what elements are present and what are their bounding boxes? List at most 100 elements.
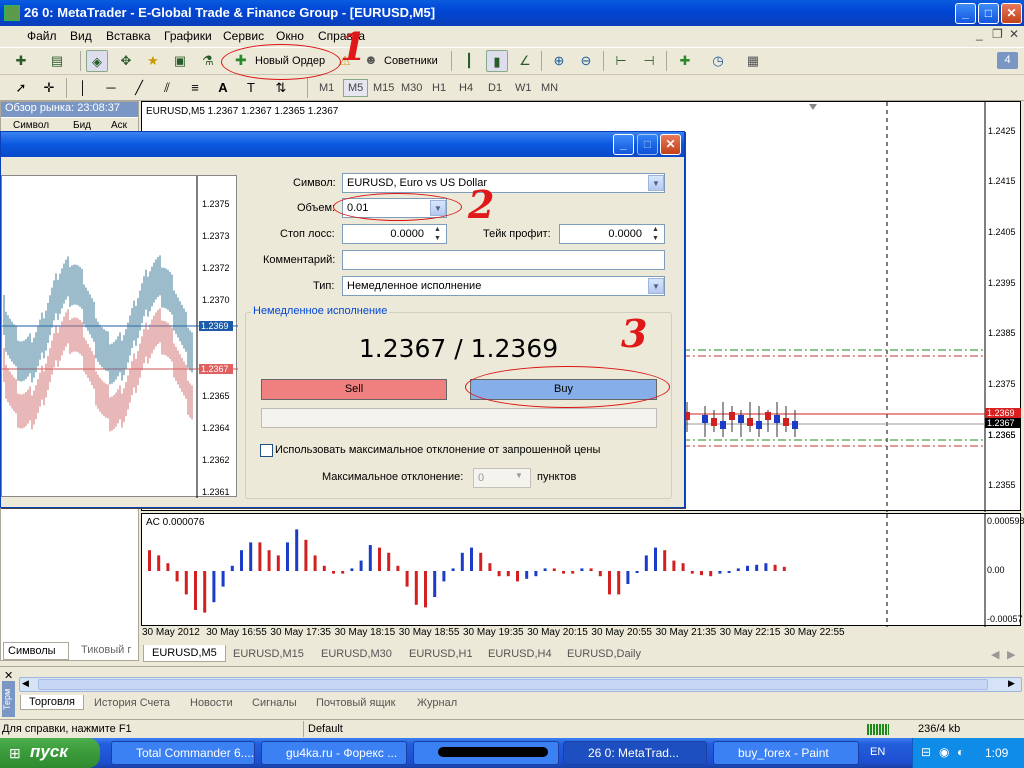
chart-tab-m30[interactable]: EURUSD,M30 [321, 648, 392, 660]
ac-bar [414, 571, 418, 605]
text-label-icon[interactable]: T [240, 77, 262, 99]
menu-insert[interactable]: Вставка [106, 29, 151, 43]
task-total-commander[interactable]: Total Commander 6.... [111, 741, 255, 765]
dialog-close-button[interactable]: ✕ [660, 134, 681, 155]
tab-trade[interactable]: Торговля [20, 695, 84, 710]
network-icon[interactable]: ⊟ [921, 745, 931, 759]
scrollbar-thumb[interactable] [38, 679, 988, 690]
tab-journal[interactable]: Журнал [417, 697, 457, 709]
market-watch-icon[interactable]: ◈ [86, 50, 108, 72]
dialog-titlebar[interactable]: _ □ ✕ [1, 132, 684, 157]
navigator-icon[interactable]: ✥ [115, 50, 137, 72]
col-ask[interactable]: Аск [111, 120, 127, 131]
scroll-right-icon[interactable]: ▶ [1008, 678, 1015, 689]
mdi-restore-icon[interactable]: ❐ [992, 27, 1003, 41]
channel-icon[interactable]: ⫽ [156, 77, 178, 99]
trendline-icon[interactable]: ╱ [128, 77, 150, 99]
tab-symbols[interactable]: Символы [3, 642, 69, 660]
tab-tick-chart[interactable]: Тиковый г [77, 642, 137, 659]
tab-scroll-left-icon[interactable]: ◀ [991, 648, 999, 661]
close-button[interactable]: ✕ [1001, 3, 1022, 24]
tf-d1[interactable]: D1 [488, 82, 502, 94]
mdi-minimize-icon[interactable]: _ [976, 27, 983, 41]
text-icon[interactable]: A [212, 77, 234, 99]
task-metatrader[interactable]: 26 0: MetaTrad... [563, 741, 707, 765]
autoscroll-icon[interactable]: ⊣ [638, 50, 660, 72]
arrows-icon[interactable]: ⇅ [270, 77, 292, 99]
sell-button[interactable]: Sell [261, 379, 447, 400]
menu-window[interactable]: Окно [276, 29, 304, 43]
tf-m5[interactable]: M5 [343, 79, 369, 97]
tf-m15[interactable]: M15 [373, 82, 394, 94]
bar-chart-icon[interactable]: ┃ [458, 50, 480, 72]
line-chart-icon[interactable]: ∠ [514, 50, 536, 72]
tab-mailbox[interactable]: Почтовый ящик [316, 697, 395, 709]
task-browser-hidden[interactable] [413, 741, 559, 765]
profiles-icon[interactable]: ▤ [46, 50, 68, 72]
new-chart-icon[interactable]: ✚ [10, 50, 32, 72]
experts-button[interactable]: ☻ Советники [362, 52, 442, 72]
time-label: 30 May 18:15 [334, 627, 396, 638]
minimize-button[interactable]: _ [955, 3, 976, 24]
tab-account-history[interactable]: История Счета [94, 697, 170, 709]
stop-loss-stepper[interactable]: ▲ ▼ [430, 225, 445, 243]
indicators-icon[interactable]: ✚ [674, 50, 696, 72]
maximize-button[interactable]: □ [978, 3, 999, 24]
zoom-in-icon[interactable]: ⊕ [548, 50, 570, 72]
menu-tools[interactable]: Сервис [223, 29, 264, 43]
symbol-select[interactable]: EURUSD, Euro vs US Dollar [342, 173, 665, 193]
menu-charts[interactable]: Графики [164, 29, 212, 43]
tf-m30[interactable]: M30 [401, 82, 422, 94]
fibonacci-icon[interactable]: ≡ [184, 77, 206, 99]
terminal-icon[interactable]: ▣ [169, 50, 191, 72]
tab-scroll-right-icon[interactable]: ▶ [1007, 648, 1015, 661]
menu-view[interactable]: Вид [70, 29, 92, 43]
candlestick-icon[interactable]: ▮ [486, 50, 508, 72]
chart-shift-icon[interactable]: ⊢ [610, 50, 632, 72]
tf-mn[interactable]: MN [541, 82, 558, 94]
tab-news[interactable]: Новости [190, 697, 233, 709]
task-paint[interactable]: buy_forex - Paint [713, 741, 859, 765]
window-titlebar[interactable]: 26 0: MetaTrader - E-Global Trade & Fina… [0, 0, 1024, 26]
tray-app-icon[interactable]: ◉ [939, 745, 949, 759]
notification-badge[interactable]: 4 [997, 52, 1018, 69]
mdi-close-icon[interactable]: ✕ [1009, 27, 1019, 41]
cursor-icon[interactable]: ➚ [10, 77, 32, 99]
chart-tab-h4[interactable]: EURUSD,H4 [488, 648, 552, 660]
tf-w1[interactable]: W1 [515, 82, 532, 94]
tab-signals[interactable]: Сигналы [252, 697, 297, 709]
periods-icon[interactable]: ◷ [707, 50, 729, 72]
menu-file[interactable]: Файл [27, 29, 57, 43]
volume-icon[interactable]: ◐ [957, 745, 964, 759]
tf-h4[interactable]: H4 [459, 82, 473, 94]
terminal-scrollbar[interactable]: ◀ ▶ [19, 677, 1022, 692]
chart-tab-h1[interactable]: EURUSD,H1 [409, 648, 473, 660]
crosshair-icon[interactable]: ✛ [38, 77, 60, 99]
vertical-line-icon[interactable]: │ [72, 77, 94, 99]
zoom-out-icon[interactable]: ⊖ [575, 50, 597, 72]
scroll-left-icon[interactable]: ◀ [22, 678, 29, 689]
ac-bar [598, 571, 602, 577]
order-type-select[interactable]: Немедленное исполнение [342, 276, 665, 296]
task-browser-gu4ka[interactable]: gu4ka.ru - Форекс ... [261, 741, 407, 765]
chart-tab-daily[interactable]: EURUSD,Daily [567, 648, 641, 660]
horizontal-line-icon[interactable]: ─ [100, 77, 122, 99]
ac-bar [617, 571, 621, 595]
language-indicator[interactable]: EN [862, 738, 907, 768]
take-profit-stepper[interactable]: ▲ ▼ [648, 225, 663, 243]
chevron-down-icon[interactable]: ▼ [648, 175, 664, 191]
col-bid[interactable]: Бид [73, 120, 91, 131]
col-symbol[interactable]: Символ [13, 120, 49, 131]
chart-tab-m5[interactable]: EURUSD,M5 [143, 645, 226, 662]
dialog-minimize-button[interactable]: _ [613, 134, 634, 155]
chevron-down-icon[interactable]: ▼ [648, 278, 664, 294]
strategy-tester-icon[interactable]: ⚗ [197, 50, 219, 72]
chart-tab-m15[interactable]: EURUSD,M15 [233, 648, 304, 660]
templates-icon[interactable]: ▦ [742, 50, 764, 72]
max-deviation-checkbox[interactable] [260, 444, 273, 457]
favorites-icon[interactable]: ★ [142, 50, 164, 72]
comment-field[interactable] [342, 250, 665, 270]
tf-h1[interactable]: H1 [432, 82, 446, 94]
tf-m1[interactable]: M1 [319, 82, 334, 94]
ac-indicator-panel[interactable]: AC 0.000076 0.000598 0.00 -0.00057 [141, 513, 1024, 627]
